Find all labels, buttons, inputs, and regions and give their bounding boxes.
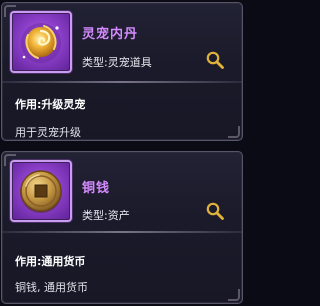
magnifier-icon[interactable]: [205, 50, 225, 70]
item-icon-frame: [10, 11, 72, 73]
item-tooltip-card: 灵宠内丹 类型:灵宠道具 作用:升级灵宠 用于灵宠升级: [1, 2, 243, 141]
item-type: 类型:资产: [82, 209, 130, 222]
divider: [2, 81, 242, 83]
spirit-pet-core-icon: [21, 23, 61, 63]
item-name: 铜钱: [82, 181, 111, 196]
item-type: 类型:灵宠道具: [82, 56, 152, 69]
item-usage: 作用:升级灵宠: [15, 98, 86, 111]
item-name: 灵宠内丹: [82, 27, 139, 42]
item-icon-frame: [10, 160, 72, 222]
item-description: 用于灵宠升级: [15, 126, 81, 139]
item-description: 铜钱, 通用货币: [15, 281, 88, 294]
copper-coin-icon: [20, 170, 62, 213]
item-usage: 作用:通用货币: [15, 255, 86, 268]
magnifier-icon[interactable]: [205, 201, 225, 221]
item-tooltip-card: 铜钱 类型:资产 作用:通用货币 铜钱, 通用货币: [1, 151, 243, 304]
divider: [2, 231, 242, 233]
